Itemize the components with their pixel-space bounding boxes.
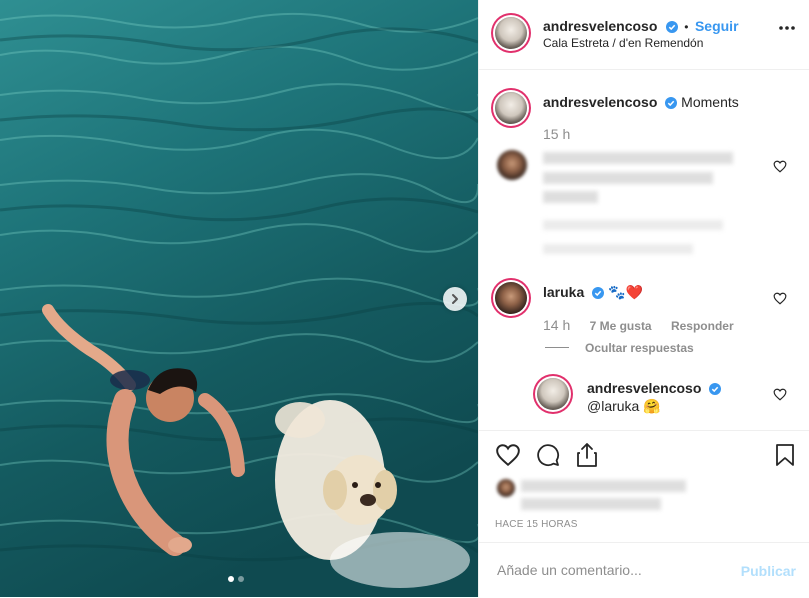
comment-text: 🐾❤️: [608, 284, 643, 300]
comment-time[interactable]: 14 h: [543, 317, 570, 333]
comment-meta: 14 h 7 Me gusta Responder: [543, 317, 750, 333]
blurred-text: [543, 172, 713, 184]
hide-replies-button[interactable]: Ocultar respuestas: [585, 341, 694, 355]
blurred-meta: [543, 220, 723, 230]
next-slide-button[interactable]: [443, 287, 467, 311]
reply-text: @laruka 🤗: [587, 398, 661, 414]
carousel-dots: [228, 576, 244, 582]
verified-icon: [709, 383, 722, 396]
commenter-avatar[interactable]: [495, 282, 527, 314]
reply: andresvelencoso: [587, 380, 722, 396]
caption-time[interactable]: 15 h: [543, 126, 570, 142]
verified-icon: [665, 97, 678, 110]
post-location[interactable]: Cala Estreta / d'en Remendón: [543, 36, 703, 50]
blurred-like-avatar: [497, 479, 515, 497]
comment-icon[interactable]: [535, 443, 561, 467]
caption: andresvelencoso Moments: [543, 94, 739, 110]
heart-icon[interactable]: [495, 443, 521, 467]
caption-text: Moments: [681, 94, 739, 110]
carousel-dot: [238, 576, 244, 582]
blurred-text: [543, 191, 598, 203]
chevron-right-icon: [452, 294, 458, 304]
comment-likes[interactable]: 7 Me gusta: [590, 319, 652, 333]
caption-avatar[interactable]: [495, 92, 527, 124]
like-comment-heart-icon[interactable]: [773, 388, 787, 401]
blurred-likes: [521, 480, 686, 492]
header-separator: •: [684, 20, 689, 34]
author-avatar[interactable]: [495, 17, 527, 49]
more-icon[interactable]: [778, 25, 796, 31]
like-comment-heart-icon[interactable]: [773, 160, 787, 173]
comment-username[interactable]: laruka: [543, 284, 584, 300]
author-username[interactable]: andresvelencoso: [543, 18, 657, 34]
replies-divider: [545, 347, 569, 348]
post-time[interactable]: HACE 15 HORAS: [495, 519, 578, 530]
water-scene: [0, 0, 478, 597]
reply-avatar[interactable]: [537, 378, 569, 410]
follow-button[interactable]: Seguir: [695, 18, 739, 34]
bookmark-icon[interactable]: [775, 443, 795, 467]
blurred-meta: [543, 244, 693, 254]
reply-username[interactable]: andresvelencoso: [587, 380, 701, 396]
blurred-avatar: [497, 150, 527, 180]
comment-input[interactable]: [495, 561, 729, 579]
blurred-text: [543, 152, 733, 164]
blurred-likes: [521, 498, 661, 510]
verified-icon: [665, 20, 678, 33]
post-panel: andresvelencoso • Seguir Cala Estreta / …: [478, 0, 809, 597]
comments-section: andresvelencoso Moments 15 h laruka 🐾❤️ …: [479, 70, 809, 430]
verified-icon: [592, 287, 605, 300]
post-header: andresvelencoso • Seguir Cala Estreta / …: [479, 0, 809, 70]
add-comment-bar: Publicar: [479, 542, 809, 598]
share-icon[interactable]: [575, 442, 599, 468]
reply-button[interactable]: Responder: [671, 319, 734, 333]
caption-username[interactable]: andresvelencoso: [543, 94, 657, 110]
post-actions: [479, 430, 809, 510]
post-photo[interactable]: [0, 0, 478, 597]
like-comment-heart-icon[interactable]: [773, 292, 787, 305]
carousel-dot-active: [228, 576, 234, 582]
comment: laruka 🐾❤️: [543, 284, 643, 301]
publish-button[interactable]: Publicar: [741, 563, 796, 579]
